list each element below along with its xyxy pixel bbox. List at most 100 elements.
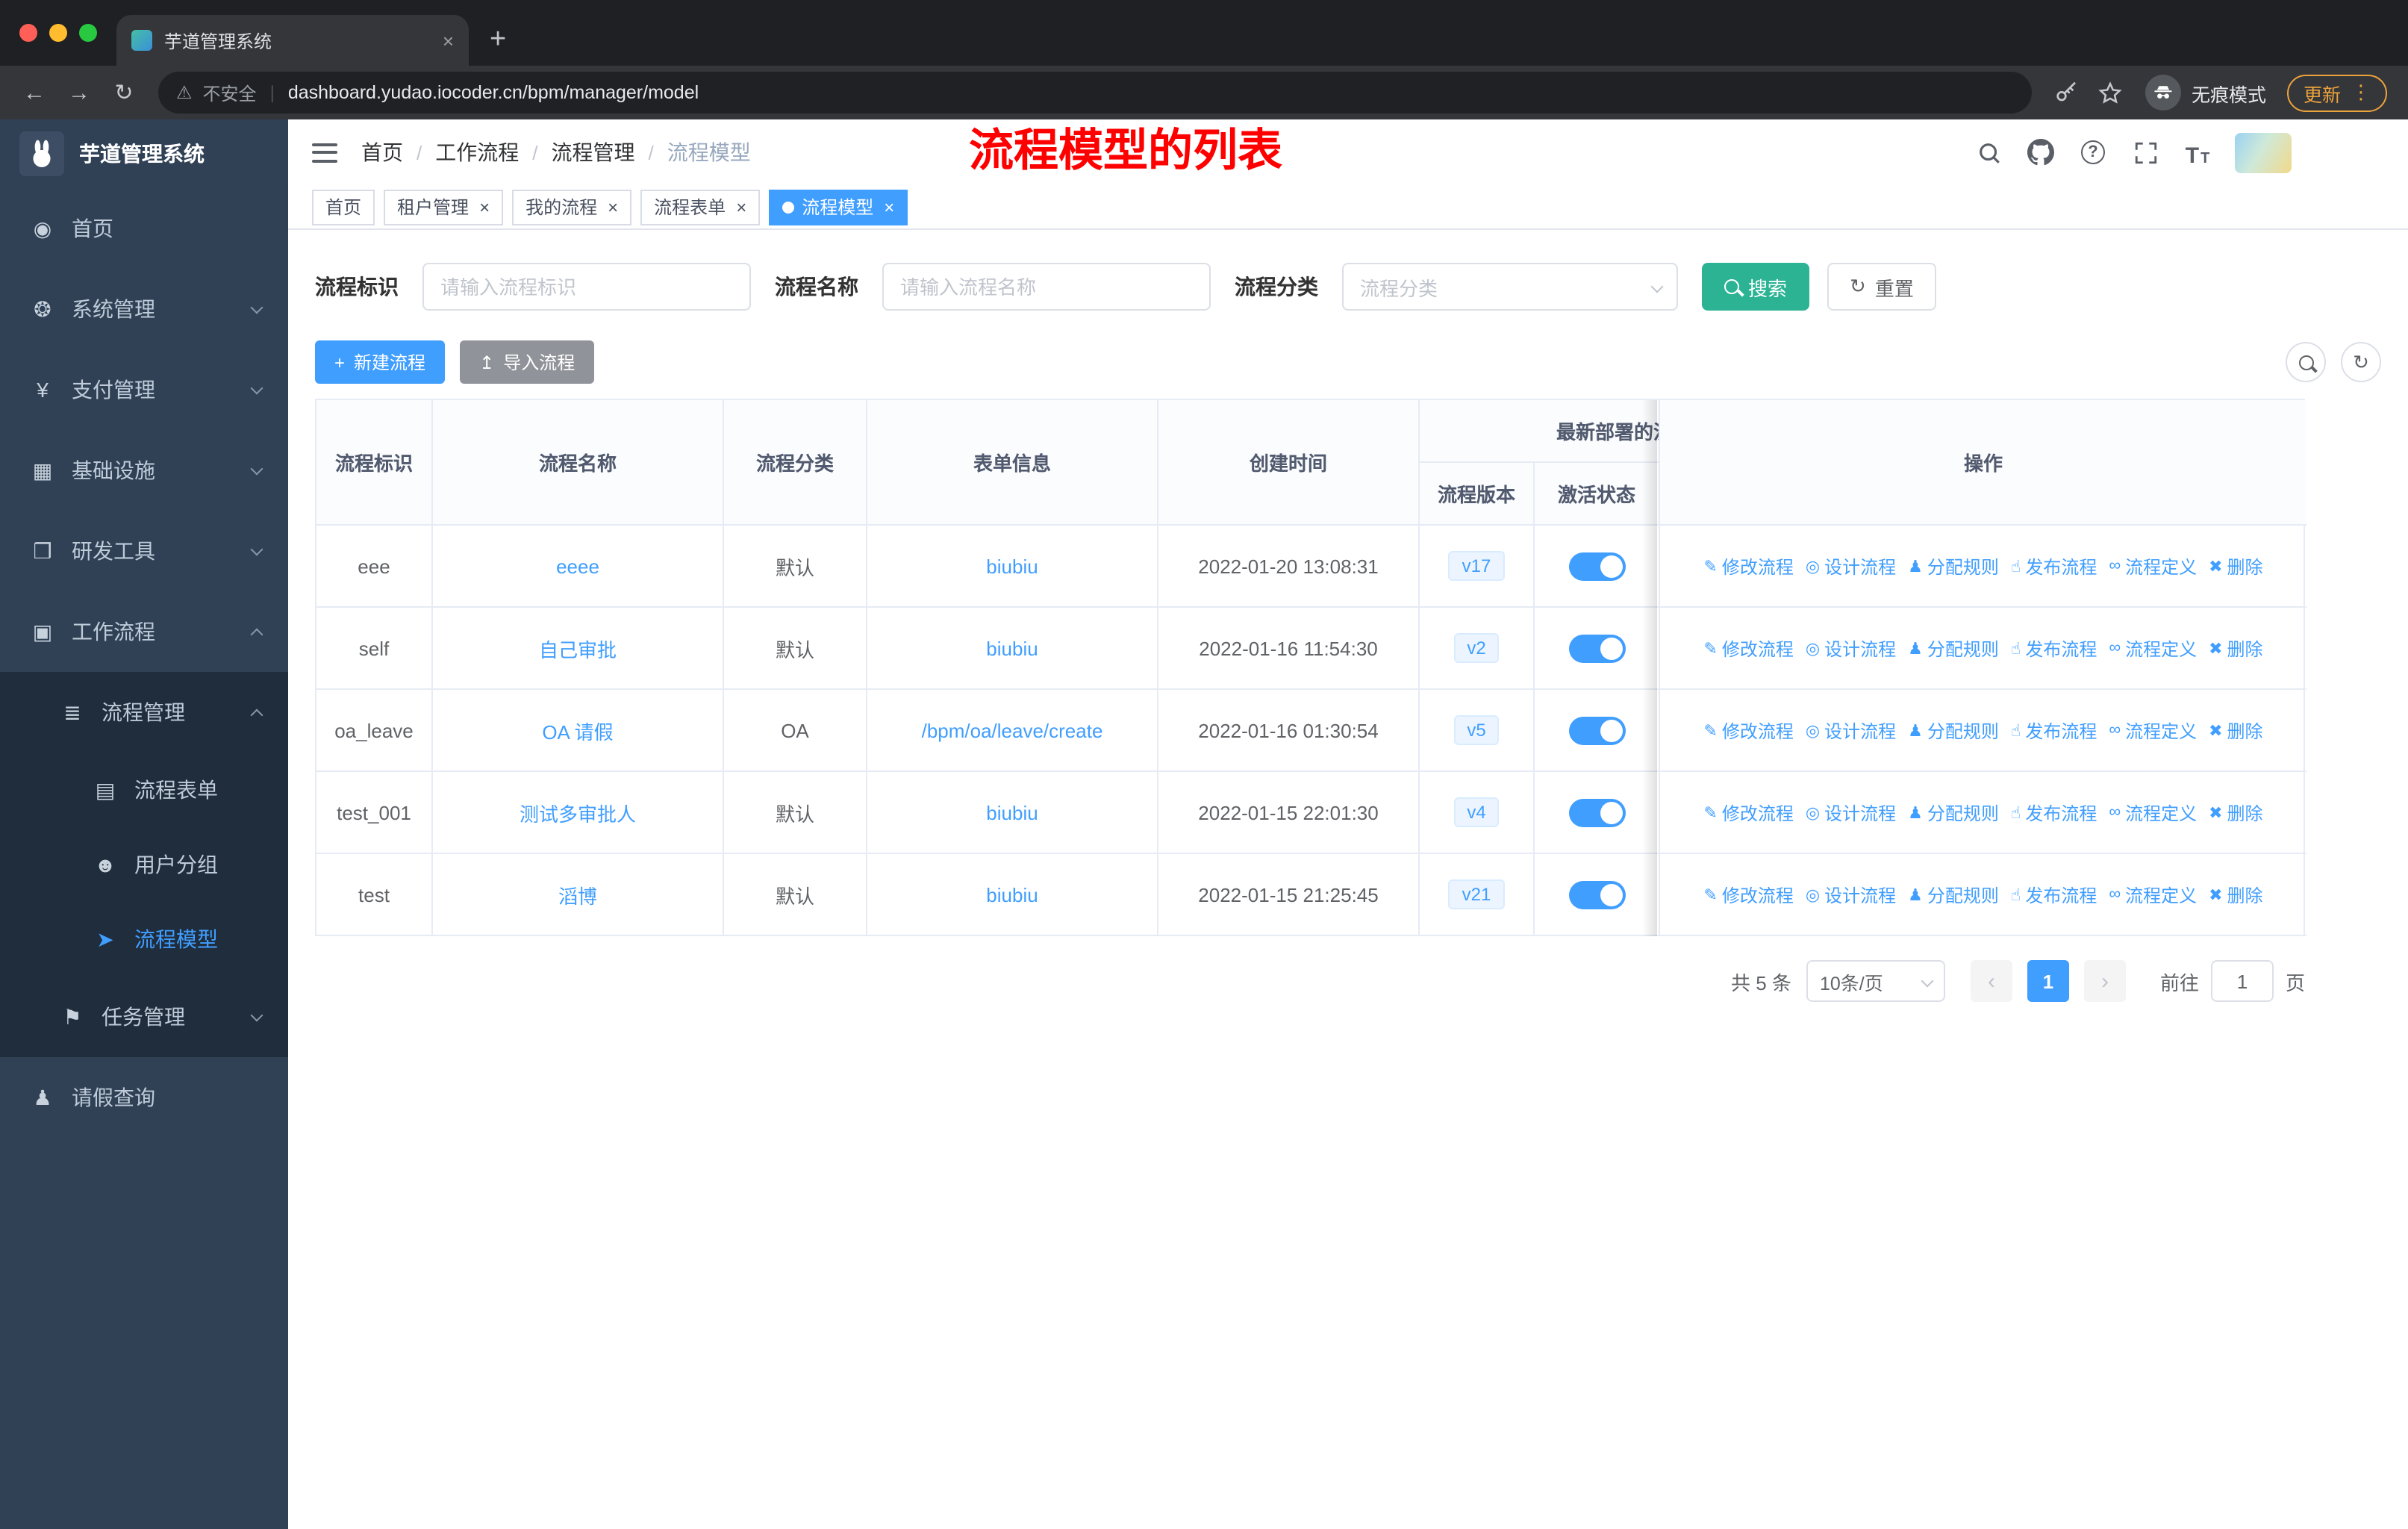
active-status-toggle[interactable] xyxy=(1568,798,1625,826)
process-name-link[interactable]: 自己审批 xyxy=(539,634,617,662)
op-delete-link[interactable]: ✖ 删除 xyxy=(2209,635,2262,661)
tab-close-icon[interactable]: × xyxy=(443,29,454,52)
next-page-button[interactable]: › xyxy=(2083,960,2126,1002)
form-info-link[interactable]: biubiu xyxy=(986,637,1038,659)
address-bar[interactable]: ⚠ 不安全 | dashboard.yudao.iocoder.cn/bpm/m… xyxy=(158,72,2032,113)
op-publish-link[interactable]: ☝ 发布流程 xyxy=(2011,635,2097,661)
process-category-select[interactable]: 流程分类 xyxy=(1342,263,1678,311)
op-delete-link[interactable]: ✖ 删除 xyxy=(2209,882,2262,907)
sidebar-item-leave-query[interactable]: ♟ 请假查询 xyxy=(0,1057,288,1138)
op-design-link[interactable]: ◎ 设计流程 xyxy=(1806,800,1896,825)
op-edit-link[interactable]: ✎ 修改流程 xyxy=(1703,635,1793,661)
close-icon[interactable]: × xyxy=(479,198,490,216)
process-name-input[interactable] xyxy=(882,263,1211,311)
browser-update-button[interactable]: 更新 ⋮ xyxy=(2286,74,2387,111)
form-info-link[interactable]: /bpm/oa/leave/create xyxy=(922,719,1103,741)
op-design-link[interactable]: ◎ 设计流程 xyxy=(1806,882,1896,907)
op-delete-link[interactable]: ✖ 删除 xyxy=(2209,717,2262,743)
sidebar-item-process-model[interactable]: ➤ 流程模型 xyxy=(0,902,288,977)
active-status-toggle[interactable] xyxy=(1568,880,1625,909)
op-edit-link[interactable]: ✎ 修改流程 xyxy=(1703,882,1793,907)
prev-page-button[interactable]: ‹ xyxy=(1970,960,2012,1002)
page-size-select[interactable]: 10条/页 xyxy=(1806,960,1945,1002)
op-assign-rule-link[interactable]: ♟ 分配规则 xyxy=(1908,635,1999,661)
help-icon[interactable]: ? xyxy=(2078,137,2108,167)
tag-process-model[interactable]: 流程模型 × xyxy=(769,189,908,225)
op-delete-link[interactable]: ✖ 删除 xyxy=(2209,553,2262,579)
forward-icon[interactable]: → xyxy=(57,70,102,115)
sidebar-item-user-group[interactable]: ☻ 用户分组 xyxy=(0,827,288,902)
page-url[interactable]: dashboard.yudao.iocoder.cn/bpm/manager/m… xyxy=(288,82,699,103)
bookmark-star-icon[interactable] xyxy=(2089,70,2133,115)
sidebar-item-workflow[interactable]: ▣ 工作流程 xyxy=(0,591,288,672)
op-assign-rule-link[interactable]: ♟ 分配规则 xyxy=(1908,717,1999,743)
active-status-toggle[interactable] xyxy=(1568,552,1625,580)
breadcrumb-workflow[interactable]: 工作流程 xyxy=(435,137,519,167)
sidebar-item-task-management[interactable]: ⚑ 任务管理 xyxy=(0,977,288,1057)
op-definition-link[interactable]: ∞ 流程定义 xyxy=(2109,635,2197,661)
process-name-link[interactable]: OA 请假 xyxy=(542,716,613,744)
close-icon[interactable]: × xyxy=(608,198,618,216)
op-assign-rule-link[interactable]: ♟ 分配规则 xyxy=(1908,882,1999,907)
close-icon[interactable]: × xyxy=(736,198,746,216)
process-name-link[interactable]: 测试多审批人 xyxy=(520,798,636,826)
current-page-button[interactable]: 1 xyxy=(2027,960,2069,1002)
form-info-link[interactable]: biubiu xyxy=(986,555,1038,577)
minimize-window-button[interactable] xyxy=(49,24,67,42)
active-status-toggle[interactable] xyxy=(1568,634,1625,662)
op-definition-link[interactable]: ∞ 流程定义 xyxy=(2109,553,2197,579)
tag-tenant-management[interactable]: 租户管理 × xyxy=(384,189,504,225)
op-delete-link[interactable]: ✖ 删除 xyxy=(2209,800,2262,825)
reload-icon[interactable]: ↻ xyxy=(102,70,146,115)
op-assign-rule-link[interactable]: ♟ 分配规则 xyxy=(1908,553,1999,579)
sidebar-item-system[interactable]: ❂ 系统管理 xyxy=(0,269,288,349)
op-publish-link[interactable]: ☝ 发布流程 xyxy=(2011,717,2097,743)
github-icon[interactable] xyxy=(2026,137,2056,167)
op-edit-link[interactable]: ✎ 修改流程 xyxy=(1703,553,1793,579)
sidebar-item-devtools[interactable]: ❒ 研发工具 xyxy=(0,511,288,591)
toggle-search-button[interactable] xyxy=(2286,342,2326,382)
back-icon[interactable]: ← xyxy=(12,70,57,115)
import-process-button[interactable]: ↥ 导入流程 xyxy=(460,340,595,384)
op-design-link[interactable]: ◎ 设计流程 xyxy=(1806,635,1896,661)
search-button[interactable]: 搜索 xyxy=(1702,263,1810,311)
form-info-link[interactable]: biubiu xyxy=(986,883,1038,906)
sidebar-item-payment[interactable]: ¥ 支付管理 xyxy=(0,349,288,430)
op-design-link[interactable]: ◎ 设计流程 xyxy=(1806,553,1896,579)
tag-process-form[interactable]: 流程表单 × xyxy=(640,189,761,225)
process-name-link[interactable]: eeee xyxy=(556,555,599,577)
sidebar-item-home[interactable]: ◉ 首页 xyxy=(0,188,288,269)
close-window-button[interactable] xyxy=(19,24,37,42)
op-publish-link[interactable]: ☝ 发布流程 xyxy=(2011,882,2097,907)
reset-button[interactable]: ↻ 重置 xyxy=(1827,263,1936,311)
op-edit-link[interactable]: ✎ 修改流程 xyxy=(1703,717,1793,743)
goto-page-input[interactable] xyxy=(2210,960,2274,1002)
font-size-icon[interactable]: T T xyxy=(2183,137,2212,167)
active-status-toggle[interactable] xyxy=(1568,716,1625,744)
tag-home[interactable]: 首页 xyxy=(312,189,375,225)
form-info-link[interactable]: biubiu xyxy=(986,801,1038,823)
op-definition-link[interactable]: ∞ 流程定义 xyxy=(2109,882,2197,907)
op-assign-rule-link[interactable]: ♟ 分配规则 xyxy=(1908,800,1999,825)
breadcrumb-process-management[interactable]: 流程管理 xyxy=(552,137,635,167)
op-definition-link[interactable]: ∞ 流程定义 xyxy=(2109,800,2197,825)
sidebar-item-process-form[interactable]: ▤ 流程表单 xyxy=(0,753,288,827)
create-process-button[interactable]: + 新建流程 xyxy=(315,340,446,384)
sidebar-item-process-management[interactable]: ≣ 流程管理 xyxy=(0,672,288,753)
tag-my-process[interactable]: 我的流程 × xyxy=(512,189,632,225)
process-name-link[interactable]: 滔博 xyxy=(558,880,597,909)
refresh-table-button[interactable]: ↻ xyxy=(2341,342,2381,382)
op-publish-link[interactable]: ☝ 发布流程 xyxy=(2011,553,2097,579)
op-definition-link[interactable]: ∞ 流程定义 xyxy=(2109,717,2197,743)
op-edit-link[interactable]: ✎ 修改流程 xyxy=(1703,800,1793,825)
sidebar-collapse-icon[interactable] xyxy=(312,143,337,162)
process-id-input[interactable] xyxy=(422,263,751,311)
op-design-link[interactable]: ◎ 设计流程 xyxy=(1806,717,1896,743)
breadcrumb-home[interactable]: 首页 xyxy=(361,137,403,167)
browser-menu-icon[interactable]: ⋮ xyxy=(2351,81,2371,105)
op-publish-link[interactable]: ☝ 发布流程 xyxy=(2011,800,2097,825)
sidebar-item-infrastructure[interactable]: ▦ 基础设施 xyxy=(0,430,288,511)
search-icon[interactable] xyxy=(1974,137,2003,167)
browser-tab[interactable]: 芋道管理系统 × xyxy=(116,15,469,66)
user-avatar[interactable] xyxy=(2235,132,2292,172)
